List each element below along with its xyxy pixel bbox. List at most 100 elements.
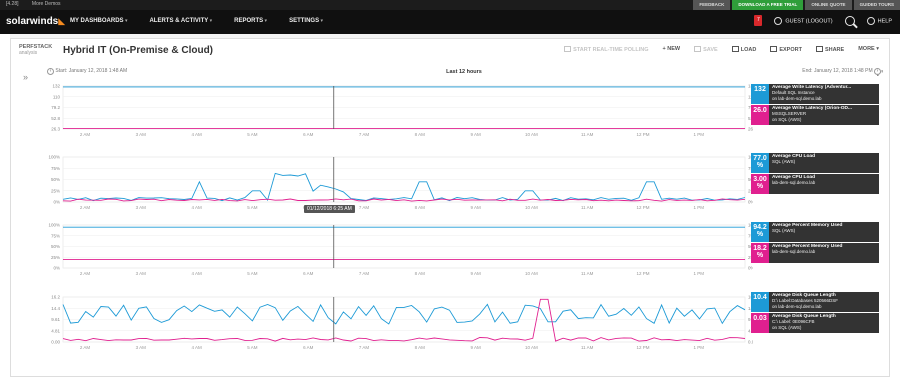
x-tick-label: 4 AM [191,205,202,210]
x-tick-label: 9 AM [470,345,481,350]
legend-entry[interactable]: 10.4 Average Disk Queue Length D:\ Label:D… [751,292,879,312]
perfstack-logo: PERFSTACK analysis [19,44,53,56]
legend-entry[interactable]: 0.03 Average Disk Queue Length C:\ Label: … [751,313,879,333]
export-button[interactable]: EXPORT [770,46,802,53]
realtime-polling-button[interactable]: START REAL-TIME POLLING [564,46,649,53]
legend-value: 26.0 [751,105,769,125]
legend-cpu-load: 77.0 % Average CPU Load SQL (AWS) 3.00 % Ave… [751,153,879,195]
more-menu[interactable]: MORE ▾ [858,46,879,53]
legend-label: Average CPU Load SQL (AWS) [769,153,879,173]
x-tick-label: 3 AM [136,345,147,350]
save-button[interactable]: SAVE [694,46,718,53]
timeline-range[interactable]: Last 12 hours [47,69,881,75]
x-tick-label: 4 AM [191,345,202,350]
legend-value: 10.4 [751,292,769,312]
y-tick-label: 75% [51,166,60,171]
legend-entry[interactable]: 3.00 % Average CPU Load lab-dem-sql.demo.l… [751,174,879,194]
y-tick-label: 0.00 [51,340,60,345]
legend-entry[interactable]: 18.2 % Average Percent Memory Used lab-dem… [751,243,879,263]
x-tick-label: 7 AM [359,205,370,210]
y-tick-label: 26.3 [51,127,60,132]
x-tick-label: 8 AM [415,271,426,276]
legend-memory-used: 94.2 % Average Percent Memory Used SQL (AW… [751,222,879,264]
main-nav: solarwinds◣ MY DASHBOARDS ALERTS & ACTIV… [0,10,900,34]
chart-disk-queue[interactable]: 16.216.214.414.49.619.614.814.810.000.00… [33,292,753,352]
user-menu[interactable]: GUEST (LOGOUT) [774,16,833,25]
legend-entry[interactable]: 132 Average Write Latency (Adventur... Def… [751,84,879,104]
y-tick-label: 0% [748,200,753,205]
x-tick-label: 2 AM [80,132,91,137]
more-demos-link[interactable]: More Demos [32,1,61,7]
toolbar: START REAL-TIME POLLING + NEW SAVE LOAD … [564,46,879,53]
x-tick-label: 12 PM [636,271,649,276]
y-tick-label: 132 [52,84,60,89]
content-area: PERFSTACK analysis Hybrid IT (On-Premise… [10,34,890,377]
legend-label: Average Percent Memory Used lab-dem-sql.d… [769,243,879,263]
x-tick-label: 11 AM [581,132,594,137]
y-tick-label: 9.61 [51,317,60,322]
legend-entry[interactable]: 77.0 % Average CPU Load SQL (AWS) [751,153,879,173]
chart-cpu-load[interactable]: 100%100%75%75%50%50%25%25%0%0%2 AM3 AM4 … [33,152,753,212]
version-label: [4.28] [6,1,19,7]
x-tick-label: 6 AM [303,345,314,350]
top-strip: [4.28] More Demos FEEDBACK DOWNLOAD A FR… [0,0,900,10]
nav-alerts-activity[interactable]: ALERTS & ACTIVITY [149,18,212,24]
legend-value: 3.00 % [751,174,769,194]
x-tick-label: 5 AM [247,271,258,276]
legend-value: 18.2 % [751,243,769,263]
x-tick-label: 11 AM [581,345,594,350]
legend-label: Average CPU Load lab-dem-sql.demo.lab [769,174,879,194]
nav-reports[interactable]: REPORTS [234,18,267,24]
search-icon[interactable] [844,15,855,26]
x-tick-label: 5 AM [247,205,258,210]
x-tick-label: 8 AM [415,205,426,210]
y-tick-label: 110 [53,94,61,99]
expand-sidebar-icon[interactable]: » [23,72,28,82]
timeline-next-icon[interactable]: › [874,68,881,75]
x-tick-label: 5 AM [247,132,258,137]
online-quote-button[interactable]: ONLINE QUOTE [805,0,852,10]
nav-my-dashboards[interactable]: MY DASHBOARDS [70,18,127,24]
new-button[interactable]: + NEW [663,46,681,53]
y-tick-label: 4.81 [51,328,60,333]
download-trial-button[interactable]: DOWNLOAD A FREE TRIAL [732,0,804,10]
timeline-end[interactable]: January 12, 2018 1:48 PM [814,68,873,74]
y-tick-label: 100% [48,155,60,160]
chart-memory-used[interactable]: 100%100%75%75%50%50%25%25%0%0%2 AM3 AM4 … [33,220,753,280]
y-tick-label: 16.2 [51,295,60,300]
help-icon [866,16,875,25]
x-tick-label: 3 AM [136,205,147,210]
x-tick-label: 11 AM [581,205,594,210]
flame-icon: ◣ [58,16,66,26]
notification-badge[interactable]: 7 [754,15,763,26]
nav-settings[interactable]: SETTINGS [289,18,323,24]
y-tick-label: 100% [48,223,60,228]
x-tick-label: 9 AM [470,271,481,276]
x-tick-label: 12 PM [636,132,649,137]
solarwinds-logo[interactable]: solarwinds◣ [6,16,65,27]
x-tick-label: 10 AM [525,271,538,276]
chart-write-latency[interactable]: 13213211011079.279.252.852.826.326.32 AM… [33,81,753,141]
y-tick-label: 0% [748,266,753,271]
y-tick-label: 14.4 [51,306,60,311]
load-button[interactable]: LOAD [731,46,756,53]
share-icon [815,46,823,52]
guided-tours-button[interactable]: GUIDED TOURS [853,0,900,10]
refresh-icon [564,46,572,52]
timeline-bar: ‹ Start: January 12, 2018 1:48 AM Last 1… [47,66,881,78]
legend-entry[interactable]: 26.0 Average Write Latency (Orion-OD... MS… [751,105,879,125]
user-icon [774,16,783,25]
x-tick-label: 4 AM [191,132,202,137]
legend-entry[interactable]: 94.2 % Average Percent Memory Used SQL (AW… [751,222,879,242]
x-tick-label: 3 AM [136,271,147,276]
legend-value: 132 [751,84,769,104]
share-button[interactable]: SHARE [815,46,844,53]
x-tick-label: 9 AM [470,205,481,210]
feedback-button[interactable]: FEEDBACK [693,0,731,10]
help-link[interactable]: HELP [866,16,892,25]
perfstack-panel: PERFSTACK analysis Hybrid IT (On-Premise… [10,38,890,377]
x-tick-label: 8 AM [415,132,426,137]
x-tick-label: 6 AM [303,271,314,276]
y-tick-label: 79.2 [51,105,60,110]
x-tick-label: 7 AM [359,345,370,350]
